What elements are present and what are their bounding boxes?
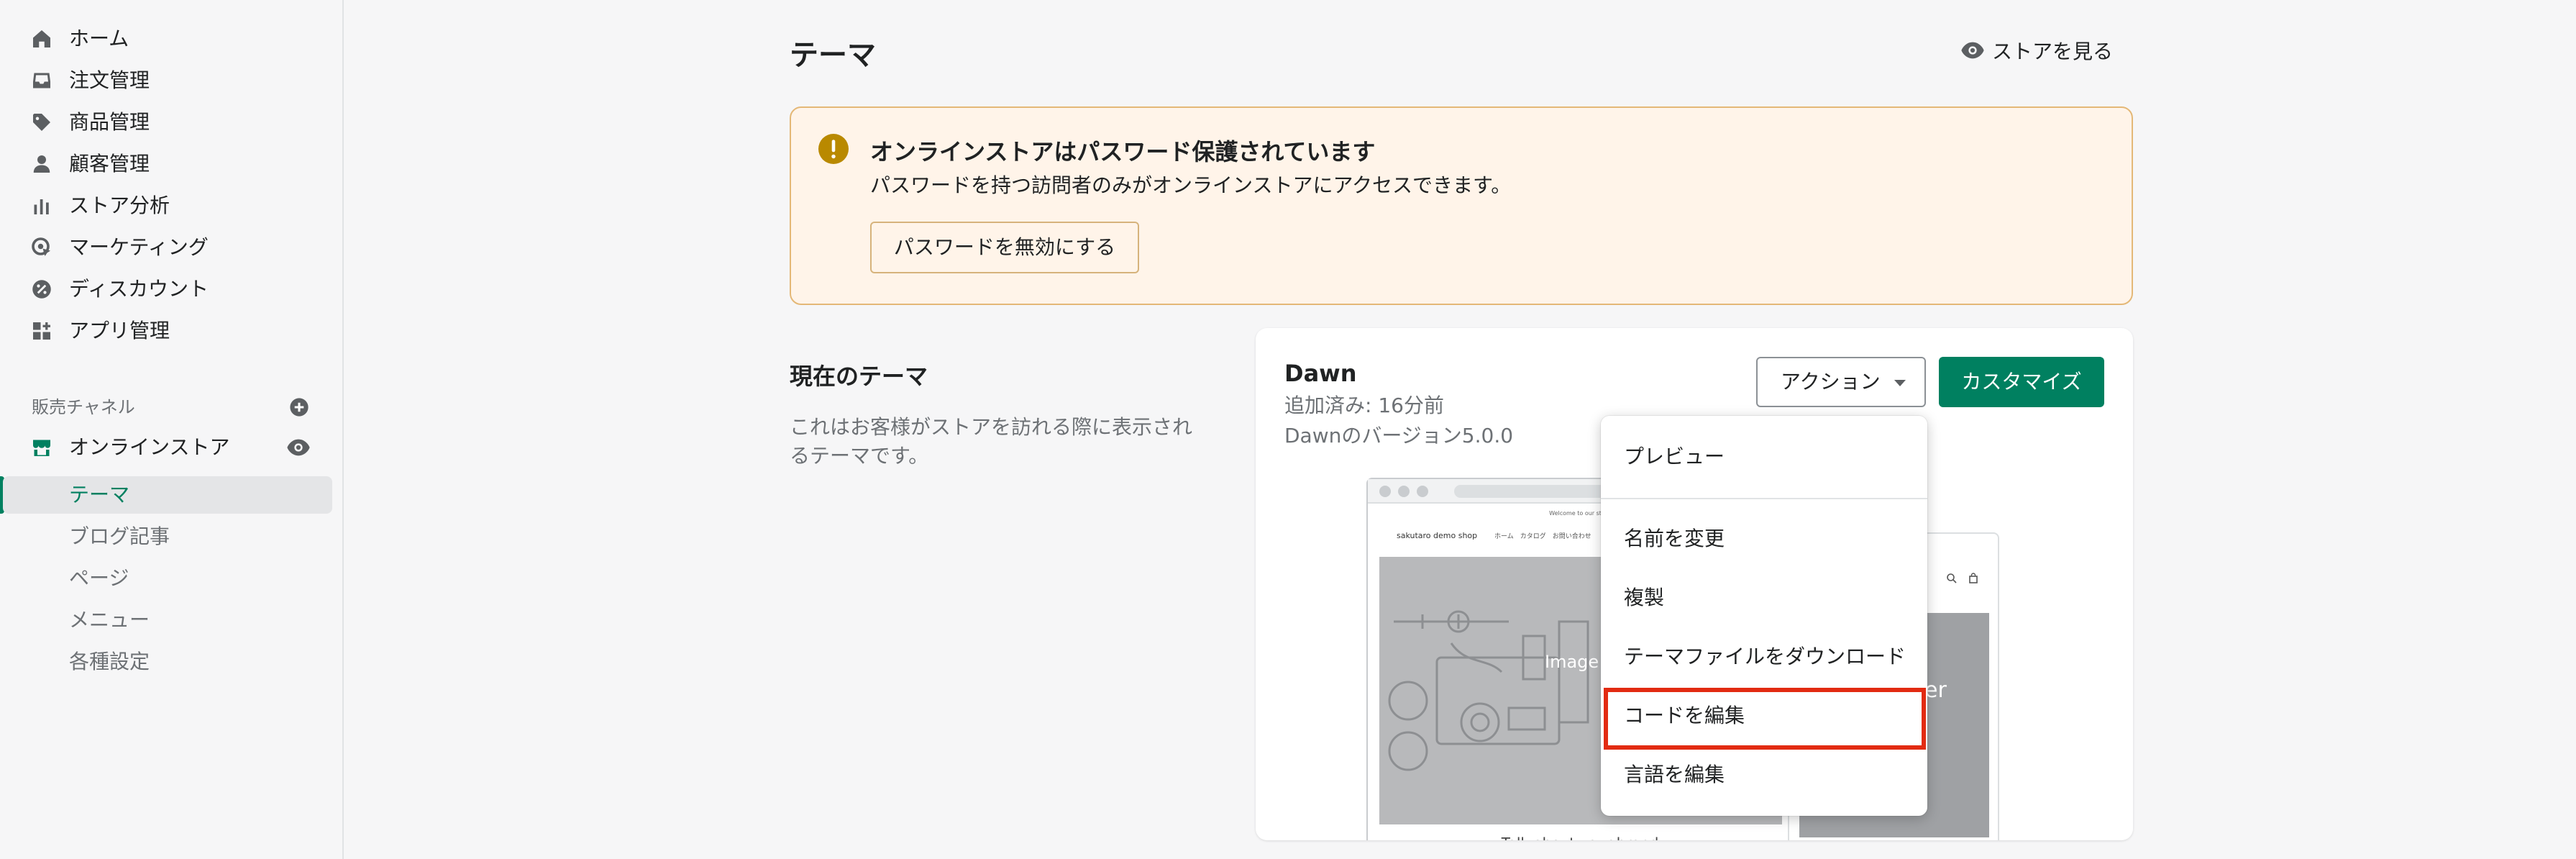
sidebar-item-label: アプリ管理 (69, 319, 170, 342)
sidebar-item-label: ホーム (69, 27, 129, 50)
sidebar-item-home[interactable]: ホーム (0, 20, 332, 58)
preview-caption: Talk about your brand (1368, 835, 1792, 840)
store-icon (30, 436, 53, 459)
theme-version: Dawnのバージョン5.0.0 (1284, 424, 1514, 447)
window-dot-icon (1379, 486, 1391, 497)
eye-icon[interactable] (286, 437, 311, 458)
menu-divider (1601, 498, 1927, 499)
sidebar-subitem-label: ページ (69, 566, 129, 590)
menu-item-edit-languages[interactable]: 言語を編集 (1601, 747, 1927, 803)
sidebar-subitem-blog-posts[interactable]: ブログ記事 (3, 518, 332, 555)
window-dot-icon (1398, 486, 1410, 497)
sidebar-item-discounts[interactable]: ディスカウント (0, 271, 332, 308)
sidebar-item-label: マーケティング (69, 235, 209, 259)
apps-icon (30, 319, 53, 342)
menu-item-rename[interactable]: 名前を変更 (1601, 511, 1927, 567)
theme-name: Dawn (1284, 360, 1357, 387)
current-theme-heading: 現在のテーマ (790, 363, 928, 390)
home-icon (30, 27, 53, 50)
menu-item-preview[interactable]: プレビュー (1601, 429, 1927, 485)
sidebar-item-marketing[interactable]: マーケティング (0, 229, 332, 266)
search-icon (1946, 573, 1958, 587)
highlight-box (1604, 688, 1926, 750)
sidebar-item-analytics[interactable]: ストア分析 (0, 187, 332, 224)
theme-added-time: 追加済み: 16分前 (1284, 394, 1444, 417)
eye-icon (1960, 40, 1985, 60)
sales-channels-header: 販売チャネル (32, 394, 319, 420)
preview-shop-name: sakutaro demo shop (1397, 531, 1478, 540)
sidebar-item-products[interactable]: 商品管理 (0, 104, 332, 141)
sidebar-subitem-preferences[interactable]: 各種設定 (3, 643, 332, 681)
sales-channels-label: 販売チャネル (32, 397, 135, 417)
preview-menu: ホーム カタログ お問い合わせ (1494, 533, 1591, 540)
actions-label: アクション (1781, 370, 1881, 394)
disable-password-button[interactable]: パスワードを無効にする (870, 222, 1139, 273)
sidebar-item-label: 顧客管理 (69, 152, 150, 176)
view-store-label: ストアを見る (1992, 40, 2114, 63)
cart-icon (1968, 573, 1979, 587)
caret-down-icon (1894, 380, 1906, 386)
discount-icon (30, 278, 53, 301)
sidebar-item-label: オンラインストア (69, 435, 230, 459)
password-protection-banner: オンラインストアはパスワード保護されています パスワードを持つ訪問者のみがオンラ… (790, 106, 2133, 305)
sidebar-item-label: 商品管理 (69, 110, 150, 134)
menu-item-download-theme-file[interactable]: テーマファイルをダウンロード (1601, 629, 1927, 685)
sidebar-item-label: ディスカウント (69, 277, 209, 301)
sidebar-item-orders[interactable]: 注文管理 (0, 62, 332, 99)
menu-item-duplicate[interactable]: 複製 (1601, 570, 1927, 626)
sidebar-item-label: ストア分析 (69, 194, 170, 217)
actions-dropdown-menu: プレビュー 名前を変更 複製 テーマファイルをダウンロード コードを編集 言語を… (1601, 416, 1927, 816)
current-theme-description: これはお客様がストアを訪れる際に表示されるテーマです。 (790, 415, 1193, 468)
window-dot-icon (1417, 486, 1428, 497)
page-title: テーマ (790, 39, 876, 72)
sidebar-subitem-label: メニュー (69, 608, 150, 632)
sidebar-item-apps[interactable]: アプリ管理 (0, 312, 332, 350)
sidebar-item-online-store[interactable]: オンラインストア (0, 429, 332, 466)
inbox-icon (30, 69, 53, 92)
sidebar-subitem-navigation[interactable]: メニュー (3, 601, 332, 639)
tag-icon (30, 111, 53, 134)
banner-description: パスワードを持つ訪問者のみがオンラインストアにアクセスできます。 (870, 173, 1512, 197)
add-channel-icon[interactable] (289, 397, 309, 417)
bar-chart-icon (30, 194, 53, 217)
person-icon (30, 153, 53, 176)
target-icon (30, 236, 53, 259)
sidebar-subitem-label: 各種設定 (69, 650, 150, 673)
sidebar-subitem-label: ブログ記事 (69, 524, 170, 548)
banner-title: オンラインストアはパスワード保護されています (870, 138, 1376, 165)
sidebar-subitem-pages[interactable]: ページ (3, 560, 332, 597)
sidebar-item-label: 注文管理 (69, 68, 150, 92)
view-store-button[interactable]: ストアを見る (1960, 35, 2113, 66)
sidebar-subitem-label: テーマ (69, 483, 130, 506)
sidebar-item-customers[interactable]: 顧客管理 (0, 145, 332, 183)
actions-dropdown-button[interactable]: アクション (1756, 357, 1926, 407)
customize-button[interactable]: カスタマイズ (1939, 357, 2104, 407)
warning-icon (818, 134, 849, 164)
sidebar: ホーム 注文管理 商品管理 顧客管理 ストア分析 マーケティング ディスカウント… (0, 0, 344, 859)
sidebar-subitem-themes[interactable]: テーマ (3, 476, 332, 514)
